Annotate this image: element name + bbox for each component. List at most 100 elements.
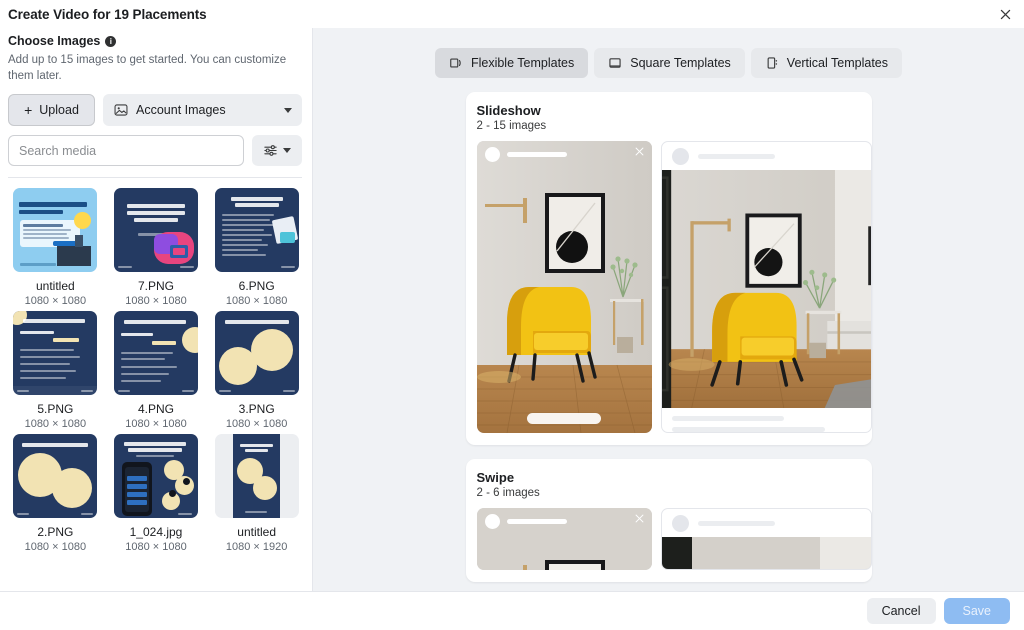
media-thumbnail[interactable]: 7.PNG 1080 × 1080 (109, 188, 204, 307)
feed-preview[interactable] (660, 508, 872, 570)
close-x-glyph (635, 147, 643, 156)
section-description: Add up to 15 images to get started. You … (8, 54, 287, 82)
thumbnail-dimensions: 1080 × 1080 (225, 418, 288, 431)
template-card-swipe[interactable]: Swipe 2 - 6 images (465, 459, 872, 582)
thumbnail-dimensions: 1080 × 1080 (225, 295, 288, 308)
username-placeholder (506, 151, 567, 157)
plus-icon: + (24, 102, 33, 119)
thumbnail-name: 4.PNG (137, 402, 174, 417)
feed-preview[interactable] (660, 141, 872, 433)
avatar (671, 514, 689, 532)
cancel-button-label: Cancel (881, 604, 921, 618)
thumbnail-art (13, 434, 98, 519)
close-x-glyph (635, 514, 643, 523)
avatar (484, 513, 500, 529)
media-thumbnail[interactable]: untitled 1080 × 1080 (8, 188, 103, 307)
story-cta-placeholder (527, 413, 601, 424)
tab-label: Vertical Templates (786, 56, 889, 70)
image-icon (114, 104, 128, 116)
tab-square-templates[interactable]: Square Templates (594, 48, 745, 78)
search-input[interactable] (8, 135, 244, 167)
template-cards: Slideshow 2 - 15 images Swipe 2 - 6 imag… (313, 92, 1024, 582)
square-template-icon (609, 58, 621, 68)
thumbnail-name: 1_024.jpg (129, 525, 183, 540)
card-title: Swipe (476, 470, 515, 485)
card-title: Slideshow (476, 103, 541, 118)
avatar (484, 146, 500, 162)
card-subtitle: 2 - 15 images (476, 120, 547, 132)
thumbnail-image (13, 188, 98, 273)
thumbnail-image (214, 434, 299, 519)
account-images-select[interactable]: Account Images (103, 94, 302, 127)
media-picker-header: Choose Images i Add up to 15 images to g… (0, 28, 312, 179)
story-close-icon[interactable] (634, 513, 645, 526)
thumbnail-name: untitled (237, 525, 276, 540)
media-thumbnail[interactable]: 5.PNG 1080 × 1080 (8, 311, 103, 430)
dialog-titlebar: Create Video for 19 Placements (0, 0, 1024, 28)
thumbnail-name: 7.PNG (137, 279, 174, 294)
thumbnail-image (113, 434, 198, 519)
save-button-label: Save (962, 604, 992, 618)
account-images-label: Account Images (136, 103, 226, 118)
templates-panel: Flexible Templates Square Templates Vert… (313, 28, 1024, 591)
save-button[interactable]: Save (943, 598, 1010, 624)
tab-flexible-templates[interactable]: Flexible Templates (434, 48, 589, 78)
info-icon[interactable]: i (105, 35, 117, 47)
caption-line (671, 416, 784, 421)
filter-button[interactable] (252, 135, 302, 167)
media-thumbnail[interactable]: 3.PNG 1080 × 1080 (209, 311, 304, 430)
thumbnail-art (113, 434, 198, 519)
media-thumbnail[interactable]: 1_024.jpg 1080 × 1080 (109, 434, 204, 553)
tab-vertical-templates[interactable]: Vertical Templates (750, 48, 903, 78)
thumbnail-dimensions: 1080 × 1080 (125, 295, 187, 308)
media-thumbnail[interactable]: 4.PNG 1080 × 1080 (109, 311, 204, 430)
media-thumbnail[interactable]: untitled 1080 × 1920 (209, 434, 304, 553)
dialog-footer: Cancel Save (0, 591, 1024, 630)
template-tabs: Flexible Templates Square Templates Vert… (313, 28, 1024, 92)
sliders-icon (264, 145, 277, 156)
thumbnail-image (113, 188, 198, 273)
thumbnail-name: untitled (35, 279, 75, 294)
media-thumbnail[interactable]: 6.PNG 1080 × 1080 (209, 188, 304, 307)
card-subtitle: 2 - 6 images (476, 487, 540, 499)
thumbnail-dimensions: 1080 × 1080 (125, 541, 187, 554)
tab-label: Square Templates (630, 56, 731, 70)
upload-button[interactable]: + Upload (8, 94, 95, 127)
username-placeholder (697, 153, 775, 159)
thumbnail-name: 3.PNG (238, 402, 275, 417)
thumbnail-name: 6.PNG (238, 279, 275, 294)
thumbnail-dimensions: 1080 × 1080 (24, 418, 87, 431)
thumbnail-dimensions: 1080 × 1920 (225, 541, 288, 554)
story-header (477, 508, 652, 534)
thumbnail-name: 2.PNG (37, 525, 74, 540)
thumbnail-image (13, 311, 98, 396)
upload-button-label: Upload (39, 103, 79, 118)
username-placeholder (697, 520, 775, 526)
chevron-down-icon (283, 148, 291, 154)
feed-image (661, 170, 871, 408)
page-title: Create Video for 19 Placements (8, 6, 207, 22)
feed-caption-placeholder (662, 408, 871, 432)
card-previews (476, 141, 872, 433)
media-source-row: + Upload Account Images (8, 94, 302, 127)
thumbnail-name: 5.PNG (37, 402, 74, 417)
thumbnail-art (113, 188, 198, 273)
close-icon[interactable] (992, 2, 1018, 26)
template-card-slideshow[interactable]: Slideshow 2 - 15 images (465, 92, 872, 445)
create-video-dialog: Create Video for 19 Placements Choose Im… (0, 0, 1024, 630)
chevron-down-icon (284, 107, 292, 113)
media-thumbnail-grid: untitled 1080 × 1080 7.PNG 1080 × 1080 6… (0, 178, 312, 561)
media-thumbnail[interactable]: 2.PNG 1080 × 1080 (8, 434, 103, 553)
media-picker-panel: Choose Images i Add up to 15 images to g… (0, 28, 313, 591)
search-row (8, 135, 302, 167)
thumbnail-art (13, 188, 98, 273)
section-title: Choose Images (8, 34, 101, 48)
cancel-button[interactable]: Cancel (866, 598, 936, 624)
thumbnail-image (214, 188, 299, 273)
thumbnail-dimensions: 1080 × 1080 (24, 295, 87, 308)
story-preview[interactable] (476, 141, 652, 433)
story-close-icon[interactable] (634, 146, 645, 159)
vertical-template-icon (767, 57, 777, 69)
thumbnail-image (13, 434, 98, 519)
story-preview[interactable] (476, 508, 652, 570)
